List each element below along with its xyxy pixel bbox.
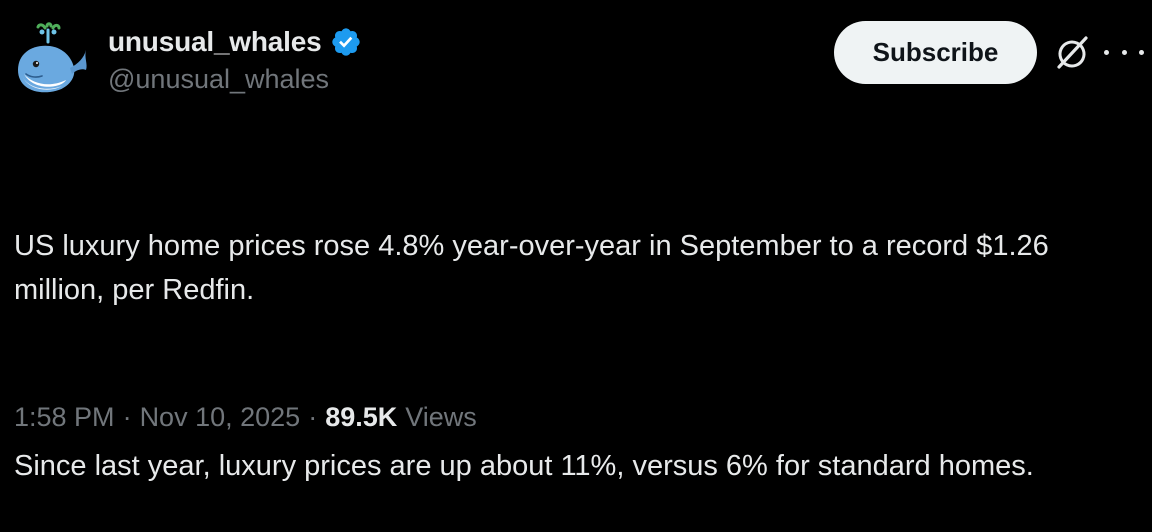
grok-button[interactable] <box>1053 34 1091 72</box>
meta-separator: · <box>122 402 132 432</box>
tweet-paragraph: US luxury home prices rose 4.8% year-ove… <box>14 230 1057 306</box>
author-name-row[interactable]: unusual_whales <box>108 25 362 59</box>
more-options-button[interactable] <box>1104 40 1144 64</box>
whale-icon <box>18 22 87 93</box>
more-icon-dot <box>1104 49 1109 55</box>
tweet-text: US luxury home prices rose 4.8% year-ove… <box>14 136 1124 532</box>
views-label: Views <box>405 402 477 432</box>
tweet-paragraph: Since last year, luxury prices are up ab… <box>14 450 1034 482</box>
avatar[interactable] <box>12 22 90 100</box>
subscribe-button[interactable]: Subscribe <box>834 21 1037 84</box>
display-name[interactable]: unusual_whales <box>108 26 322 58</box>
tweet-date[interactable]: Nov 10, 2025 <box>140 402 301 433</box>
author-handle[interactable]: @unusual_whales <box>108 64 329 95</box>
tweet-time[interactable]: 1:58 PM <box>14 402 115 433</box>
more-icon-dot <box>1139 49 1144 55</box>
meta-separator: · <box>308 402 318 432</box>
tweet-meta: 1:58 PM · Nov 10, 2025 · 89.5K Views <box>14 402 477 433</box>
verified-badge-icon <box>331 28 360 56</box>
views-count[interactable]: 89.5K <box>325 402 397 433</box>
grok-icon <box>1057 36 1088 69</box>
more-icon-dot <box>1121 49 1127 55</box>
